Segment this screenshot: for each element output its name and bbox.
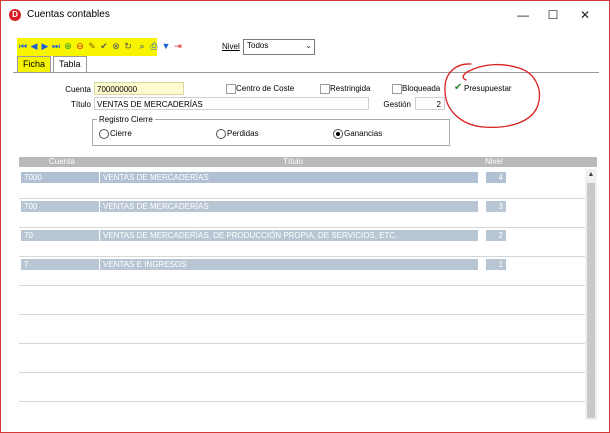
empty-row — [19, 372, 585, 402]
table-row[interactable]: 7000 VENTAS DE MERCADERÍAS 4 — [19, 169, 585, 199]
titulo-cell: VENTAS DE MERCADERÍAS — [100, 172, 478, 183]
titulo-cell: VENTAS E INGRESOS — [100, 259, 478, 270]
empty-row — [19, 343, 585, 373]
empty-row — [19, 401, 585, 420]
table-row[interactable]: 700 VENTAS DE MERCADERÍAS 3 — [19, 198, 585, 228]
nivel-cell: 4 — [486, 172, 506, 183]
column-header-titulo[interactable]: Título — [283, 157, 303, 167]
accounts-grid: Cuenta Título Nivel 7000 VENTAS DE MERCA… — [19, 157, 597, 420]
scroll-thumb[interactable] — [587, 183, 595, 418]
cuenta-cell: 70 — [21, 230, 99, 241]
cuenta-cell: 7000 — [21, 172, 99, 183]
column-header-nivel[interactable]: Nivel — [485, 157, 503, 167]
nivel-cell: 1 — [486, 259, 506, 270]
cuenta-cell: 7 — [21, 259, 99, 270]
nivel-cell: 3 — [486, 201, 506, 212]
table-row[interactable]: 70 VENTAS DE MERCADERÍAS, DE PRODUCCIÓN … — [19, 227, 585, 257]
vertical-scrollbar[interactable]: ▲ — [585, 169, 597, 420]
titulo-cell: VENTAS DE MERCADERÍAS — [100, 201, 478, 212]
table-row[interactable]: 7 VENTAS E INGRESOS 1 — [19, 256, 585, 286]
titulo-cell: VENTAS DE MERCADERÍAS, DE PRODUCCIÓN PRO… — [100, 230, 478, 241]
empty-row — [19, 285, 585, 315]
empty-row — [19, 314, 585, 344]
cuenta-cell: 700 — [21, 201, 99, 212]
grid-header: Cuenta Título Nivel — [19, 157, 597, 167]
column-header-cuenta[interactable]: Cuenta — [49, 157, 75, 167]
scroll-up-icon[interactable]: ▲ — [585, 169, 597, 181]
window-frame: D Cuentas contables — ☐ ✕ ⏮ ◀ ▶ ⏭ ⊕ ⊖ ✎ … — [0, 0, 610, 433]
nivel-cell: 2 — [486, 230, 506, 241]
